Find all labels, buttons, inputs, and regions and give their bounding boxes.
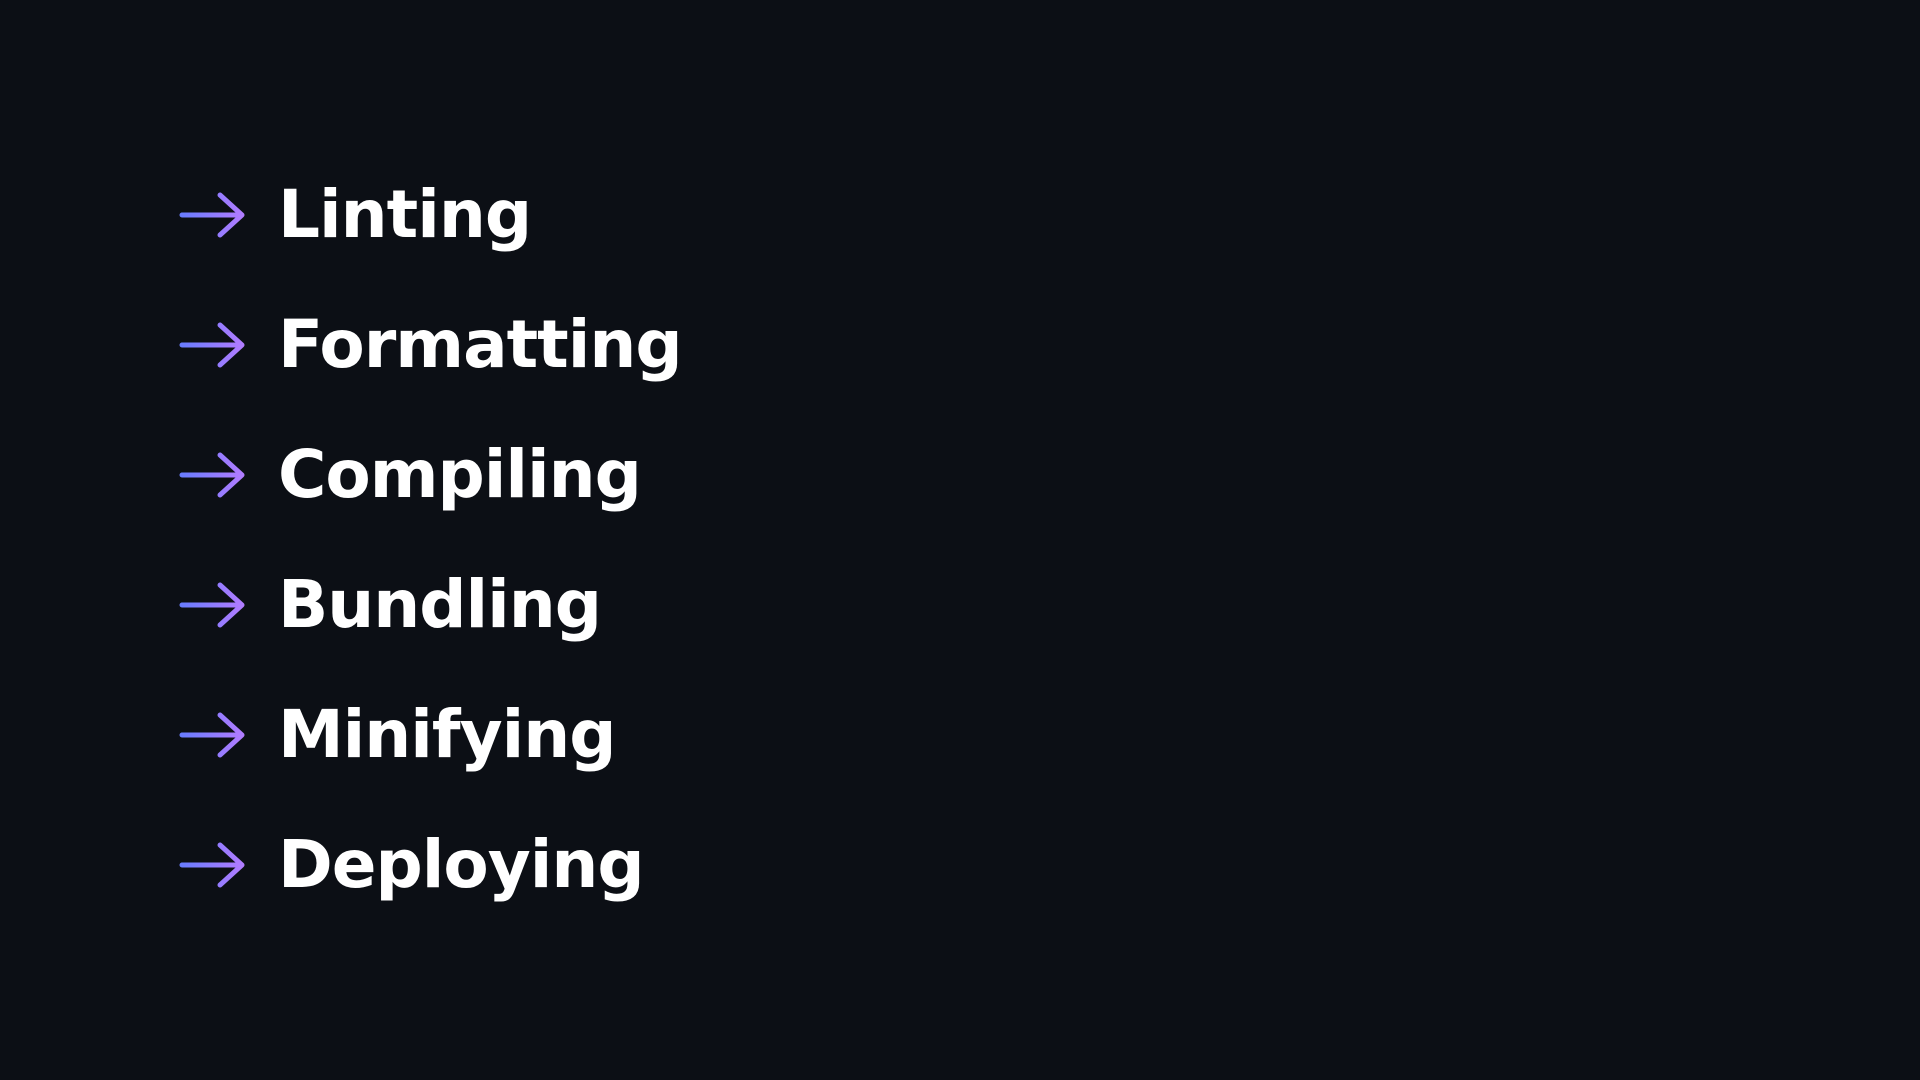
arrow-right-icon: [179, 322, 245, 368]
arrow-right-icon: [179, 712, 245, 758]
arrow-right-icon: [179, 192, 245, 238]
list-item: Bundling: [178, 540, 682, 670]
list-item: Linting: [178, 150, 682, 280]
list-item-label: Minifying: [278, 696, 616, 773]
list-item: Compiling: [178, 410, 682, 540]
list-item-label: Formatting: [278, 306, 683, 383]
list-item-label: Deploying: [278, 826, 645, 903]
list-item-label: Bundling: [278, 566, 602, 643]
arrow-right-icon: [179, 842, 245, 888]
list-item: Formatting: [178, 280, 683, 410]
arrow-right-icon: [179, 452, 245, 498]
arrow-right-icon: [179, 582, 245, 628]
list-item: Deploying: [178, 800, 682, 930]
list-item: Minifying: [178, 670, 682, 800]
slide: Linting Formatting Compiling Bundling Mi…: [0, 0, 1920, 1080]
list-item-label: Compiling: [278, 436, 642, 513]
bullet-list: Linting Formatting Compiling Bundling Mi…: [178, 150, 683, 930]
list-item-label: Linting: [278, 176, 532, 253]
